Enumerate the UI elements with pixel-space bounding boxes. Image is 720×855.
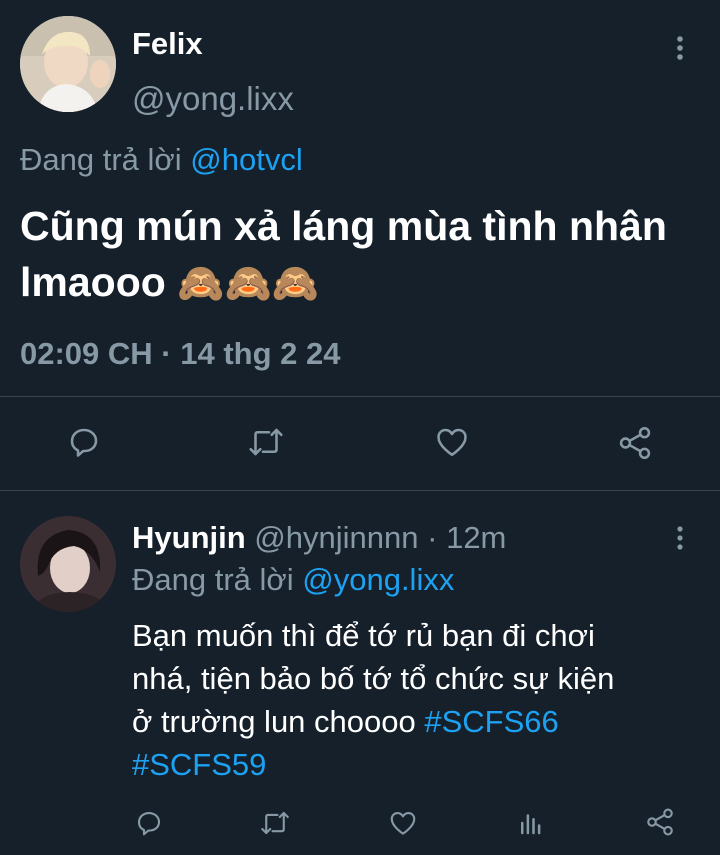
author-name[interactable]: Felix — [132, 26, 203, 62]
hashtag-scfs66[interactable]: #SCFS66 — [424, 704, 558, 739]
reply-icon[interactable] — [134, 808, 164, 838]
more-vertical-icon[interactable] — [670, 524, 690, 552]
author-handle[interactable]: @yong.lixx — [132, 80, 294, 118]
reply-text-line3-wrap: ở trường lun choooo #SCFS66 — [132, 700, 614, 743]
replying-prefix: Đang trả lời — [132, 562, 294, 597]
retweet-icon[interactable] — [258, 808, 292, 838]
hashtag-scfs59[interactable]: #SCFS59 — [132, 747, 266, 782]
separator-dot: · — [427, 520, 438, 555]
replying-prefix: Đang trả lời — [20, 142, 182, 177]
replying-to-line: Đang trả lời @hotvcl — [20, 142, 303, 178]
tweet-text-line1: Cũng mún xả láng mùa tình nhân — [20, 203, 667, 249]
reply-text-line3: ở trường lun choooo — [132, 704, 416, 739]
analytics-icon[interactable] — [516, 808, 546, 838]
reply-text-line2: nhá, tiện bảo bố tớ tổ chức sự kiện — [132, 661, 615, 696]
tweet-text-line2: lmaooo — [20, 259, 166, 305]
reply-replying-to-line: Đang trả lời @yong.lixx — [132, 562, 454, 598]
reply-time[interactable]: 12m — [446, 520, 506, 555]
share-icon[interactable] — [616, 424, 654, 462]
heart-icon[interactable] — [434, 424, 470, 460]
reply-author-handle[interactable]: @hynjinnnn — [254, 520, 418, 555]
share-icon[interactable] — [644, 806, 676, 838]
more-vertical-icon[interactable] — [670, 34, 690, 62]
replying-to-link[interactable]: @hotvcl — [190, 142, 302, 177]
felix-avatar[interactable] — [20, 16, 116, 112]
heart-icon[interactable] — [388, 808, 418, 838]
tweet-text-line2-wrap: lmaooo 🙈🙈🙈 — [20, 254, 667, 312]
tweet-text: Cũng mún xả láng mùa tình nhân lmaooo 🙈🙈… — [20, 198, 667, 312]
reply-icon[interactable] — [66, 424, 102, 460]
replying-to-link[interactable]: @yong.lixx — [302, 562, 454, 597]
tweet-timestamp[interactable]: 02:09 CH · 14 thg 2 24 — [20, 336, 340, 372]
reply-text: Bạn muốn thì để tớ rủ bạn đi chơi nhá, t… — [132, 614, 614, 786]
reply-header: Hyunjin @hynjinnnn · 12m — [132, 520, 506, 556]
reply-author-name[interactable]: Hyunjin — [132, 520, 246, 555]
see-no-evil-monkey-emoji: 🙈🙈🙈 — [177, 263, 320, 305]
divider — [0, 490, 720, 491]
retweet-icon[interactable] — [246, 424, 286, 460]
hyunjin-avatar[interactable] — [20, 516, 116, 612]
divider — [0, 396, 720, 397]
reply-text-line1: Bạn muốn thì để tớ rủ bạn đi chơi — [132, 618, 595, 653]
reply-text-line4: #SCFS59 — [132, 743, 614, 786]
